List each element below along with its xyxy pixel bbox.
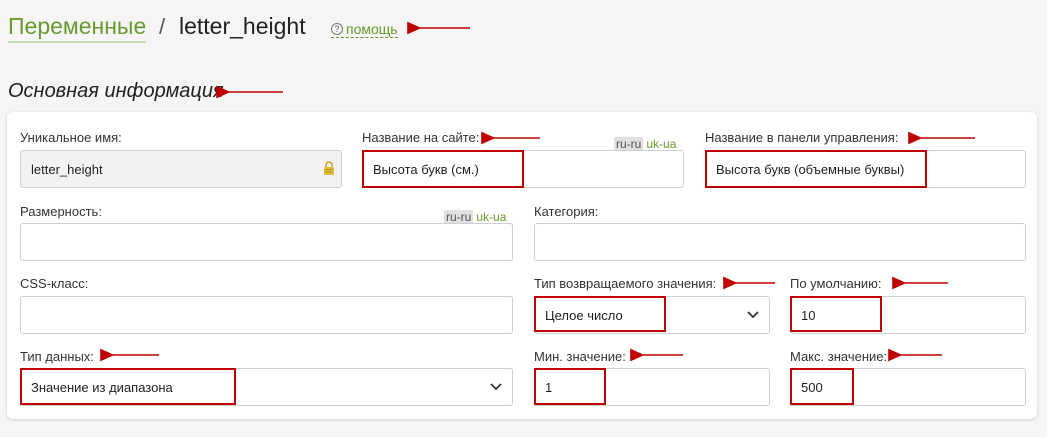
dimension-lang-switch: ru-ru uk-ua — [444, 210, 506, 224]
css-class-input[interactable] — [20, 296, 513, 334]
lang-uk-tab[interactable]: uk-ua — [476, 210, 506, 224]
unique-name-label: Уникальное имя: — [20, 130, 122, 145]
unique-name-value: letter_height — [31, 161, 103, 177]
min-value-label: Мин. значение: — [534, 349, 626, 364]
max-value-input[interactable]: 500 — [790, 368, 1026, 406]
dimension-label: Размерность: — [20, 204, 102, 219]
breadcrumb-separator: / — [159, 14, 166, 39]
max-value: 500 — [801, 379, 823, 395]
category-input[interactable] — [534, 223, 1026, 261]
admin-name-label: Название в панели управления: — [705, 130, 899, 145]
site-name-lang-switch: ru-ru uk-ua — [614, 137, 676, 151]
data-type-select[interactable]: Значение из диапазона — [20, 368, 513, 406]
return-type-value: Целое число — [545, 307, 623, 323]
chevron-down-icon — [747, 311, 759, 319]
chevron-down-icon — [490, 383, 502, 391]
lang-ru-tab[interactable]: ru-ru — [614, 137, 644, 151]
data-type-label: Тип данных: — [20, 349, 94, 364]
dimension-input[interactable] — [20, 223, 513, 261]
min-value: 1 — [545, 379, 553, 395]
lang-uk-tab[interactable]: uk-ua — [646, 137, 676, 151]
site-name-label: Название на сайте: — [362, 130, 480, 145]
lock-icon — [324, 161, 334, 175]
site-name-input[interactable]: Высота букв (см.) — [362, 150, 684, 188]
admin-name-value: Высота букв (объемные буквы) — [716, 161, 905, 177]
lang-ru-tab[interactable]: ru-ru — [444, 210, 474, 224]
default-input[interactable]: 10 — [790, 296, 1026, 334]
return-type-label: Тип возвращаемого значения: — [534, 276, 717, 291]
category-label: Категория: — [534, 204, 599, 219]
admin-name-input[interactable]: Высота букв (объемные буквы) — [705, 150, 1026, 188]
help-link[interactable]: ? помощь — [331, 21, 398, 38]
question-icon: ? — [331, 23, 343, 35]
breadcrumb-variables-link[interactable]: Переменные — [8, 12, 147, 43]
site-name-value: Высота букв (см.) — [373, 161, 479, 177]
default-label: По умолчанию: — [790, 276, 882, 291]
data-type-value: Значение из диапазона — [31, 379, 173, 395]
return-type-select[interactable]: Целое число — [534, 296, 770, 334]
css-class-label: CSS-класс: — [20, 276, 89, 291]
max-value-label: Макс. значение: — [790, 349, 888, 364]
section-title: Основная информация — [8, 80, 224, 102]
help-label: помощь — [346, 21, 398, 37]
default-value: 10 — [801, 307, 816, 323]
unique-name-input[interactable]: letter_height — [20, 150, 342, 188]
page-title: letter_height — [179, 13, 306, 39]
min-value-input[interactable]: 1 — [534, 368, 770, 406]
